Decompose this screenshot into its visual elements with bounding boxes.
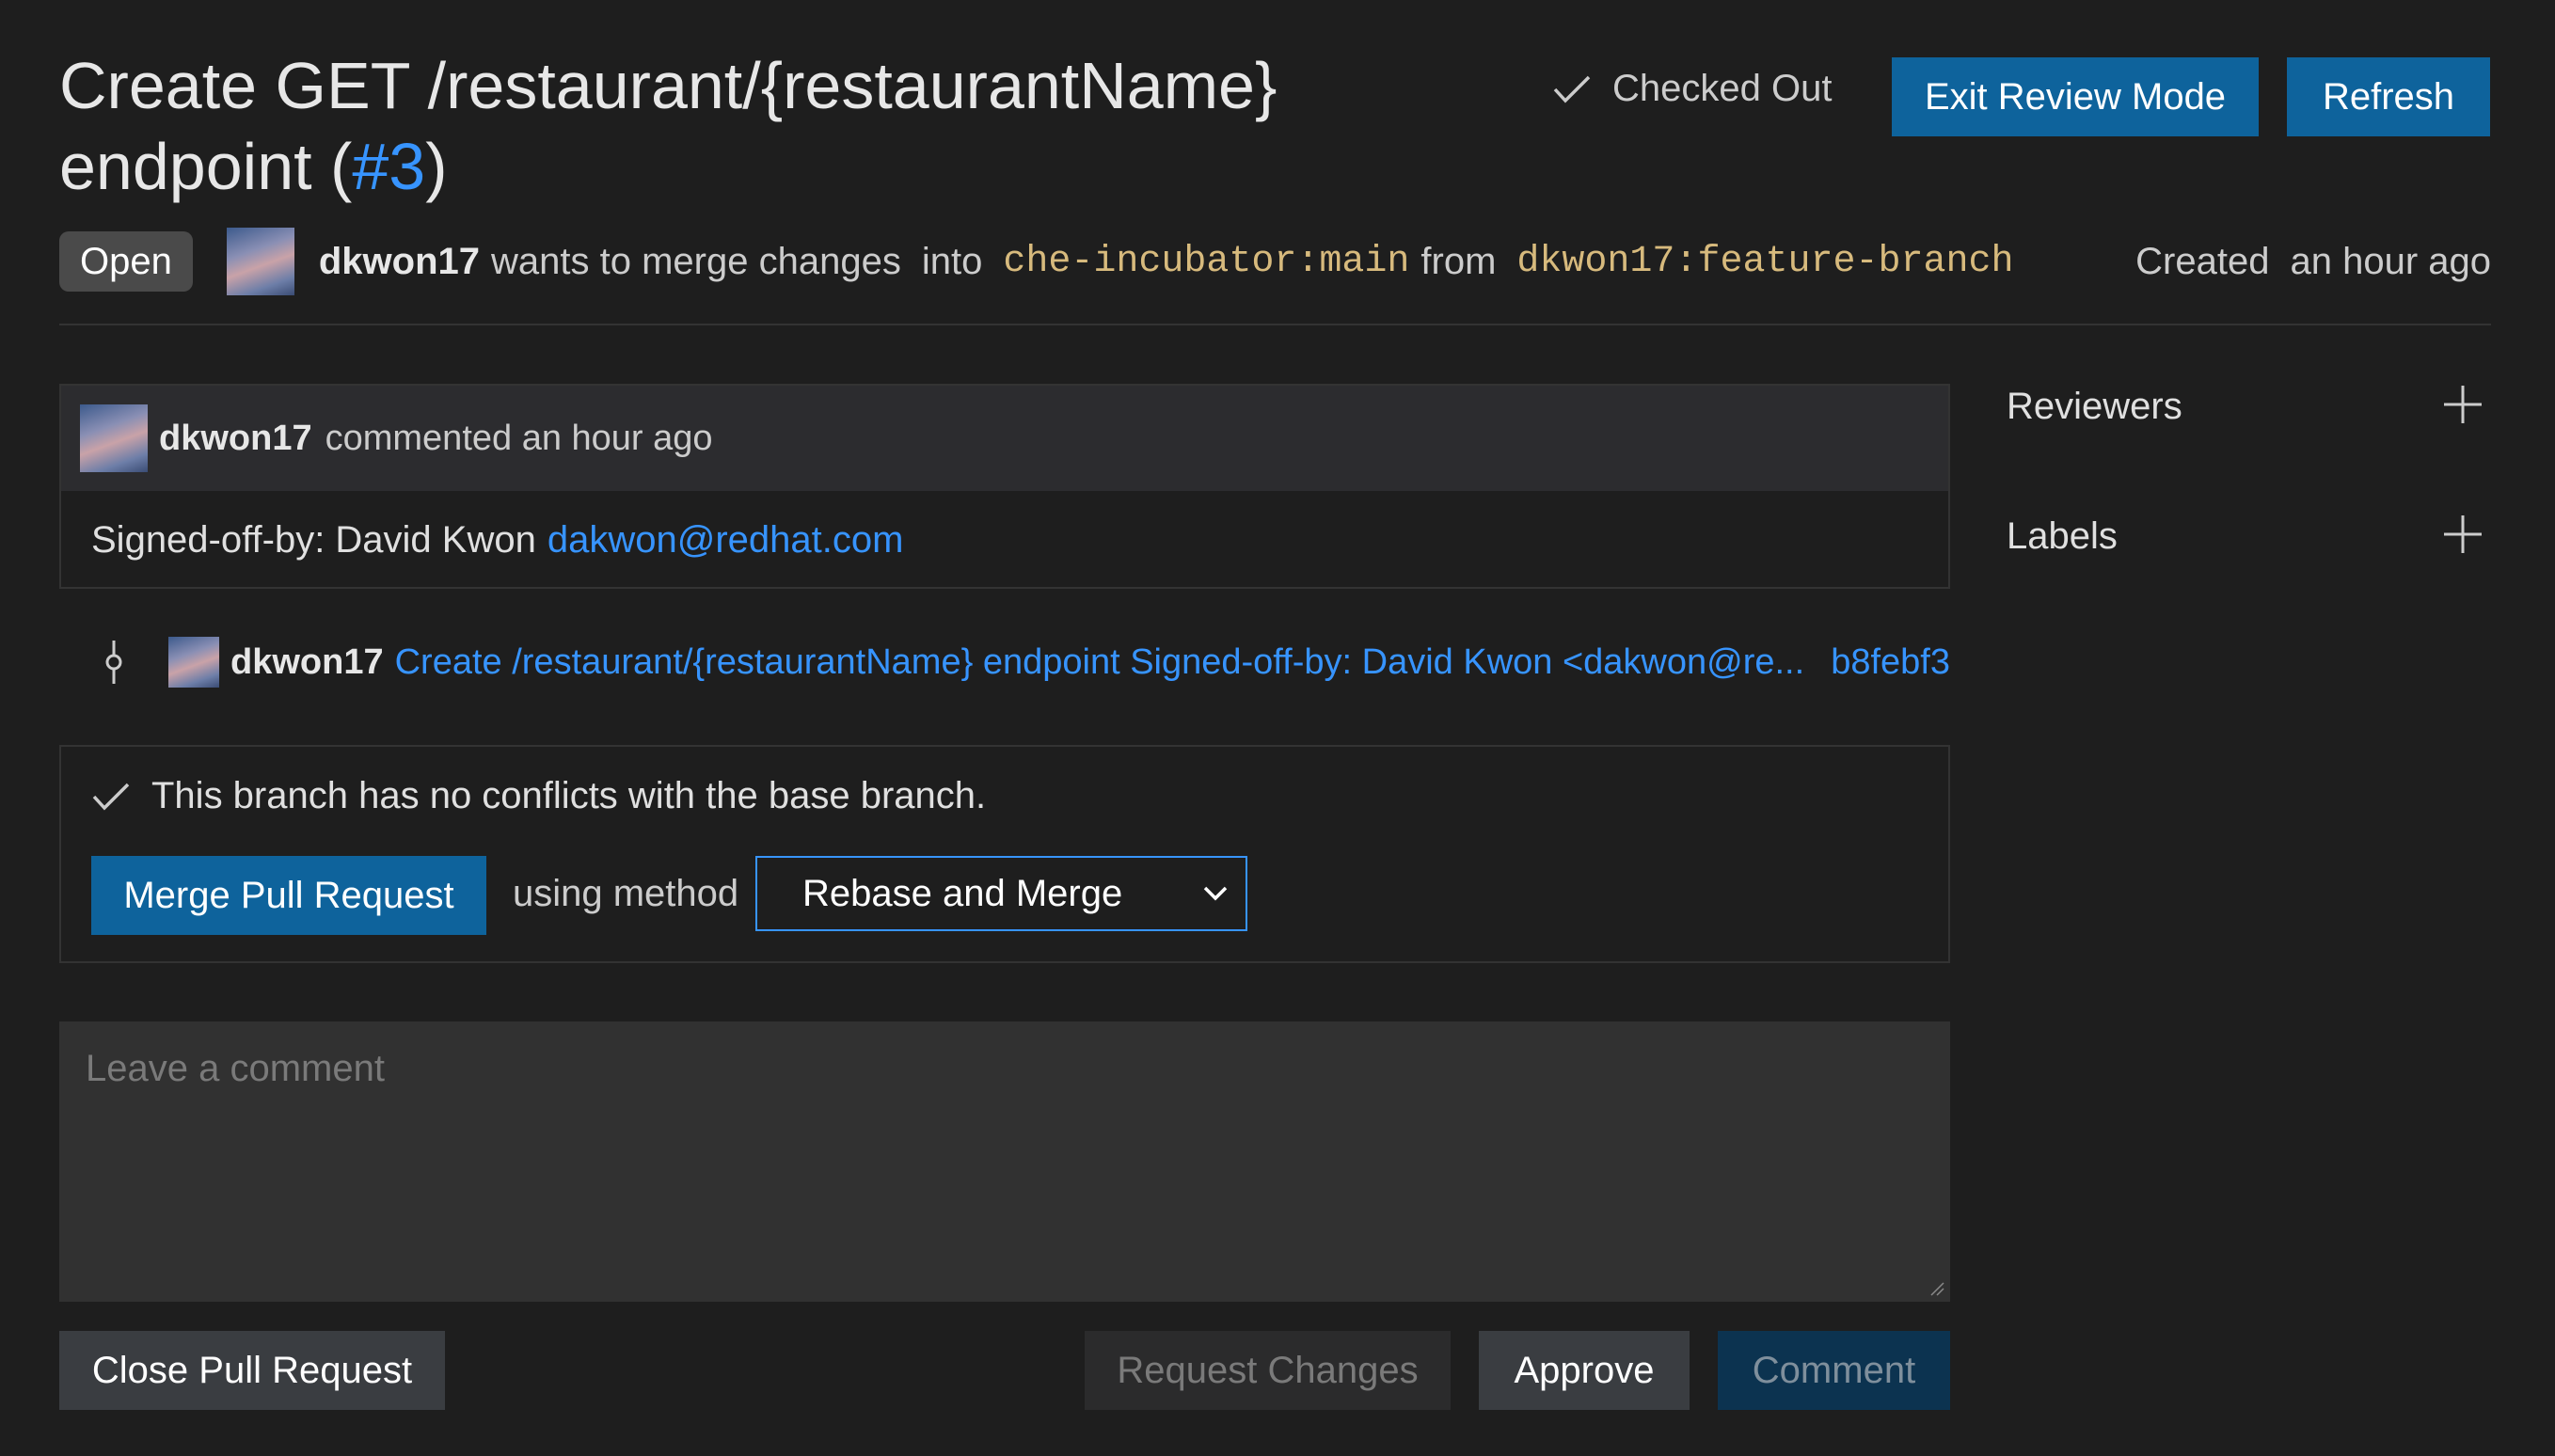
pr-title-text: Create GET /restaurant/{restaurantName} … <box>59 49 1278 203</box>
pr-title-close: ) <box>425 130 448 203</box>
avatar[interactable] <box>226 228 294 295</box>
comment-card: dkwon17 commented an hour ago Signed-off… <box>59 384 1950 589</box>
merge-method-value: Rebase and Merge <box>802 872 1123 914</box>
merge-status-text: This branch has no conflicts with the ba… <box>151 775 987 816</box>
created-time: an hour ago <box>2290 240 2491 282</box>
comment-body-text: Signed-off-by: David Kwon <box>91 518 536 561</box>
header-divider <box>59 324 2491 325</box>
checked-out-status: Checked Out <box>1552 68 1832 110</box>
created-label: Created <box>2135 240 2270 282</box>
pr-number-link[interactable]: #3 <box>352 130 425 203</box>
commit-message-link[interactable]: Create /restaurant/{restaurantName} endp… <box>395 642 1805 683</box>
pr-status-row: Open dkwon17 wants to merge changes into… <box>59 226 2491 297</box>
check-icon <box>92 783 130 811</box>
add-label-plus-icon[interactable] <box>2442 514 2484 555</box>
comment-button[interactable]: Comment <box>1718 1331 1950 1410</box>
add-reviewer-plus-icon[interactable] <box>2442 384 2484 425</box>
into-text: into <box>921 240 983 282</box>
comment-textarea[interactable]: Leave a comment <box>59 1021 1950 1302</box>
using-method-label: using method <box>513 873 739 914</box>
request-changes-button[interactable]: Request Changes <box>1085 1331 1451 1410</box>
comment-body: Signed-off-by: David Kwon dakwon@redhat.… <box>61 491 1948 589</box>
merge-status: This branch has no conflicts with the ba… <box>91 775 986 817</box>
comment-email-link[interactable]: dakwon@redhat.com <box>548 519 904 562</box>
reviewers-label: Reviewers <box>2007 386 2182 427</box>
from-text: from <box>1420 240 1497 282</box>
exit-review-mode-button[interactable]: Exit Review Mode <box>1892 57 2259 136</box>
check-icon <box>1553 75 1591 103</box>
checked-out-label: Checked Out <box>1612 68 1833 109</box>
merge-method-select[interactable]: Rebase and Merge <box>755 856 1247 931</box>
merge-panel: This branch has no conflicts with the ba… <box>59 745 1950 963</box>
comment-header: dkwon17 commented an hour ago <box>61 386 1948 491</box>
resize-handle-icon[interactable] <box>1929 1281 1944 1296</box>
comment-placeholder: Leave a comment <box>86 1048 385 1089</box>
comment-author[interactable]: dkwon17 <box>159 419 312 459</box>
close-pull-request-button[interactable]: Close Pull Request <box>59 1331 445 1410</box>
pr-title: Create GET /restaurant/{restaurantName} … <box>59 45 1470 207</box>
author-link[interactable]: dkwon17 <box>319 241 480 283</box>
head-branch: dkwon17:feature-branch <box>1516 240 2014 283</box>
avatar[interactable] <box>80 404 148 472</box>
comment-meta: commented an hour ago <box>325 418 713 458</box>
avatar[interactable] <box>168 637 219 688</box>
git-commit-icon <box>105 641 122 684</box>
base-branch: che-incubator:main <box>1003 240 1410 283</box>
merge-pull-request-button[interactable]: Merge Pull Request <box>91 856 486 935</box>
refresh-button[interactable]: Refresh <box>2287 57 2490 136</box>
labels-label: Labels <box>2007 515 2118 557</box>
status-badge: Open <box>59 231 193 292</box>
commit-author[interactable]: dkwon17 <box>230 642 384 683</box>
merge-text: wants to merge changes <box>491 240 901 282</box>
chevron-down-icon <box>1203 886 1228 901</box>
commit-row: dkwon17 Create /restaurant/{restaurantNa… <box>59 628 1950 696</box>
commit-sha-link[interactable]: b8febf3 <box>1831 642 1950 683</box>
approve-button[interactable]: Approve <box>1479 1331 1690 1410</box>
